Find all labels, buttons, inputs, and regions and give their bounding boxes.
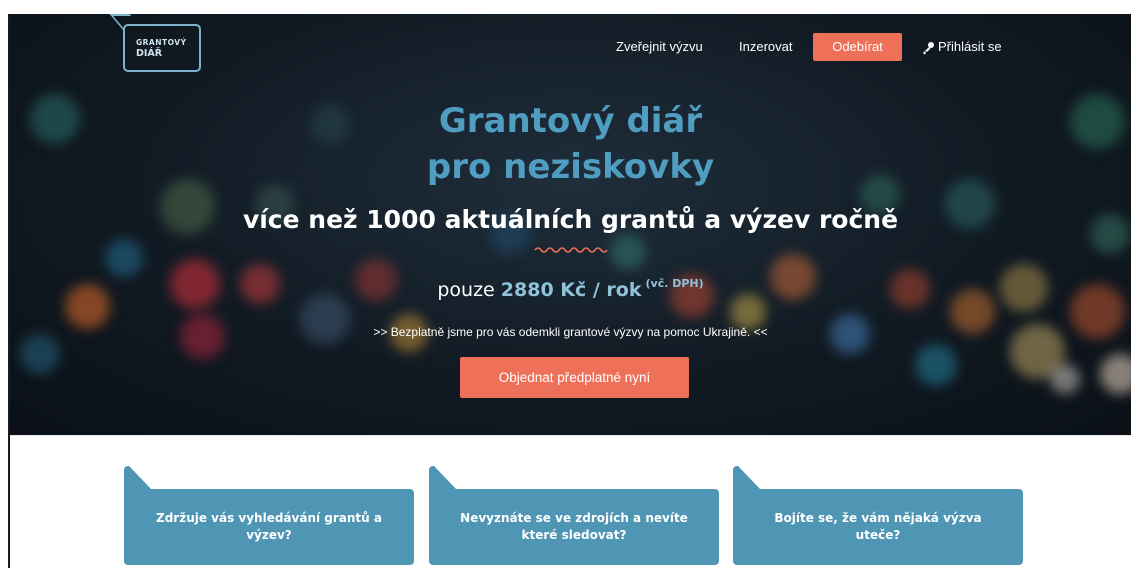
section-divider — [10, 435, 1131, 436]
card-text: Nevyznáte se ve zdrojích a nevíte které … — [460, 511, 688, 542]
pain-point-card-missing: Bojíte se, že vám nějaká výzva uteče? — [733, 489, 1023, 565]
nav-advertise-link[interactable]: Inzerovat — [739, 33, 792, 61]
card-tab-decoration — [429, 466, 457, 490]
price-amount: 2880 Kč / rok — [500, 279, 642, 301]
pain-point-card-sources: Nevyznáte se ve zdrojích a nevíte které … — [429, 489, 719, 565]
card-text: Zdržuje vás vyhledávání grantů a výzev? — [156, 511, 382, 542]
ukraine-notice: >> Bezplatně jsme pro vás odemkli granto… — [373, 325, 768, 339]
price-vat: (vč. DPH) — [645, 277, 704, 290]
card-text: Bojíte se, že vám nějaká výzva uteče? — [774, 511, 982, 542]
logo-line1: GRANTOVÝ — [136, 38, 187, 47]
hero-price: pouze 2880 Kč / rok (vč. DPH) — [10, 268, 1131, 306]
key-icon — [923, 41, 934, 55]
nav-login-label: Přihlásit se — [938, 39, 1002, 54]
hero-subtitle: více než 1000 aktuálních grantů a výzev … — [242, 205, 899, 234]
hero-title-line2: pro neziskovky — [426, 147, 715, 187]
price-prefix: pouze — [437, 279, 495, 301]
site-logo[interactable]: GRANTOVÝ DIÁŘ — [123, 24, 201, 72]
squiggle-icon — [534, 247, 608, 253]
card-tab-decoration — [733, 466, 761, 490]
hero-title-line1: Grantový diář — [438, 101, 703, 141]
nav-publish-call-link[interactable]: Zveřejnit výzvu — [616, 33, 703, 61]
card-tab-decoration — [124, 466, 152, 490]
nav-subscribe-button[interactable]: Odebírat — [813, 33, 902, 61]
logo-line2: DIÁŘ — [136, 47, 163, 59]
pain-point-card-searching: Zdržuje vás vyhledávání grantů a výzev? — [124, 489, 414, 565]
order-subscription-button[interactable]: Objednat předplatné nyní — [460, 357, 689, 398]
hero-section: GRANTOVÝ DIÁŘ Zveřejnit výzvu Inzerovat … — [10, 14, 1131, 435]
nav-login-link[interactable]: Přihlásit se — [921, 33, 1002, 61]
